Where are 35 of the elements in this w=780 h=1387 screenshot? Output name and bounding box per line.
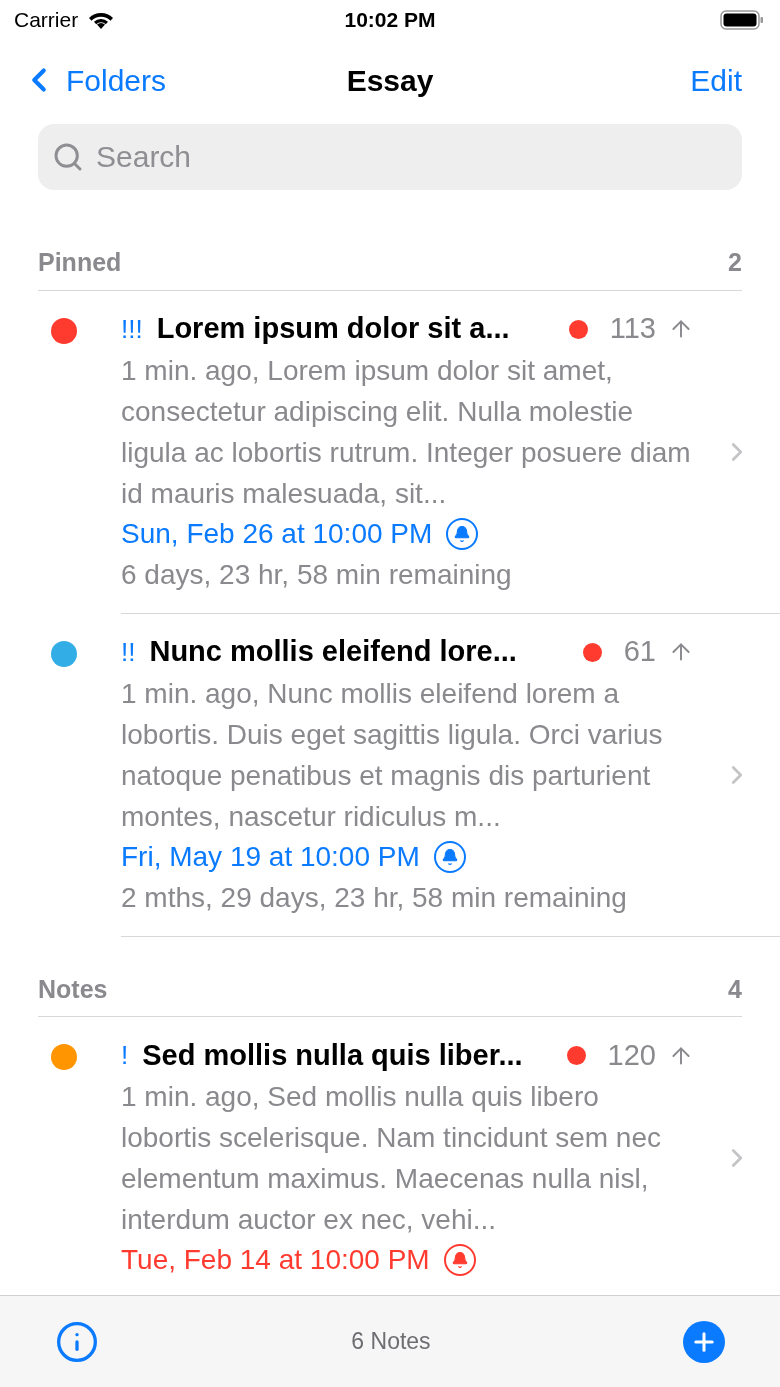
time-remaining: 2 mths, 29 days, 23 hr, 58 min remaining (121, 880, 628, 915)
bell-icon (446, 517, 479, 550)
word-count: 113 (609, 311, 656, 347)
section-count: 4 (728, 973, 742, 1005)
search-icon (52, 141, 84, 173)
note-preview: 1 min. ago, Sed mollis nulla quis libero lobortis scelerisque. Nam tincidunt sem nec elementum maximus. Maecenas nulla nisl, interdum auctor ex nec, vehi... (121, 1080, 662, 1237)
notes-count: 6 Notes (351, 1327, 431, 1357)
section-count: 2 (728, 247, 742, 278)
info-icon[interactable] (55, 1319, 99, 1364)
carrier-label: Carrier (14, 7, 79, 34)
word-count: 120 (607, 1037, 656, 1073)
note-title: Sed mollis nulla quis liber... (142, 1037, 523, 1073)
clock: 10:02 PM (344, 7, 436, 34)
battery-icon (720, 9, 764, 31)
page-title: Essay (346, 62, 434, 99)
due-date: Tue, Feb 14 at 10:00 PM (121, 1243, 430, 1277)
word-count: 61 (623, 634, 656, 670)
note-preview: 1 min. ago, Lorem ipsum dolor sit amet, consectetur adipiscing elit. Nulla molestie ligula ac lobortis rutrum. Integer posuere diam id mauris malesuada, sit... (121, 353, 692, 511)
edit-button[interactable]: Edit (690, 57, 742, 103)
priority-marks: ! (121, 1039, 129, 1072)
priority-marks: !! (121, 635, 136, 669)
time-remaining: 6 days, 23 hr, 58 min remaining (121, 557, 513, 592)
section-header: Pinned (38, 247, 122, 278)
bell-icon (433, 840, 466, 873)
due-date: Fri, May 19 at 10:00 PM (121, 839, 420, 874)
note-preview: 1 min. ago, Nunc mollis eleifend lorem a lobortis. Duis eget sagittis ligula. Orci varius natoque penatibus et magnis dis parturient montes, nascetur ridiculus m... (121, 676, 664, 834)
note-title: Nunc mollis eleifend lore... (149, 634, 517, 670)
due-date: Sun, Feb 26 at 10:00 PM (121, 516, 433, 551)
section-header: Notes (38, 973, 108, 1005)
new-note-button[interactable] (683, 1320, 725, 1363)
bell-icon (443, 1244, 476, 1276)
search-field[interactable]: Search (38, 124, 742, 190)
note-title: Lorem ipsum dolor sit a... (156, 311, 510, 347)
back-button[interactable]: Folders (20, 57, 167, 103)
priority-marks: !!! (121, 312, 143, 346)
